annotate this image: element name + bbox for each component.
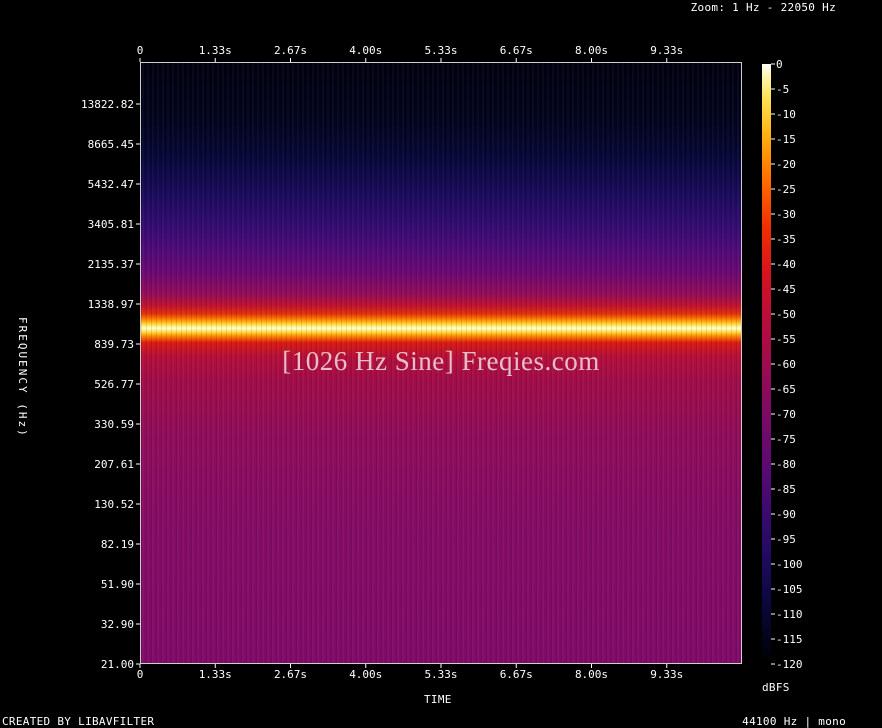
y-axis-label: FREQUENCY (Hz)	[15, 317, 29, 438]
y-tick-label: 3405.81	[88, 218, 134, 231]
colorbar-tick-label: -90	[776, 508, 796, 521]
colorbar-tick-label: -10	[776, 108, 796, 121]
created-by-label: CREATED BY LIBAVFILTER	[2, 715, 155, 728]
colorbar-tick-label: -80	[776, 458, 796, 471]
axes-layer: 0 0 1.33s 1.33s 2.67s 2.67s 4.00s 4.00s 5.33s 5.3…	[81, 44, 803, 681]
x-tick-label-bottom: 4.00s	[349, 668, 382, 681]
colorbar-tick-label: -95	[776, 533, 796, 546]
colorbar-tick-label: -35	[776, 233, 796, 246]
x-tick-label-top: 6.67s	[500, 44, 533, 57]
x-tick-label-bottom: 2.67s	[274, 668, 307, 681]
x-tick-label-top: 1.33s	[199, 44, 232, 57]
y-tick-label: 1338.97	[88, 298, 134, 311]
colorbar-tick-label: -100	[776, 558, 803, 571]
colorbar-tick-label: -70	[776, 408, 796, 421]
colorbar-tick-label: -60	[776, 358, 796, 371]
colorbar-tick-label: 0	[776, 58, 783, 71]
y-tick-label: 130.52	[94, 498, 134, 511]
x-tick-label-bottom: 9.33s	[650, 668, 683, 681]
x-tick-label-top: 9.33s	[650, 44, 683, 57]
x-tick-label-bottom: 1.33s	[199, 668, 232, 681]
y-tick-label: 2135.37	[88, 258, 134, 271]
y-axis-label-text: FREQUENCY (Hz)	[16, 317, 29, 438]
y-tick-label: 526.77	[94, 378, 134, 391]
y-tick-label: 839.73	[94, 338, 134, 351]
y-tick-label: 13822.82	[81, 98, 134, 111]
colorbar-tick-label: -40	[776, 258, 796, 271]
colorbar-tick-label: -120	[776, 658, 803, 671]
sample-format-label: 44100 Hz | mono	[742, 715, 846, 728]
colorbar-tick-label: -15	[776, 133, 796, 146]
colorbar-tick-label: -55	[776, 333, 796, 346]
colorbar-tick-label: -25	[776, 183, 796, 196]
colorbar-tick-label: -75	[776, 433, 796, 446]
y-tick-label: 32.90	[101, 618, 134, 631]
colorbar-tick-label: -65	[776, 383, 796, 396]
y-tick-label: 82.19	[101, 538, 134, 551]
colorbar-tick-label: -5	[776, 83, 789, 96]
x-tick-label-top: 5.33s	[424, 44, 457, 57]
x-tick-label-bottom: 5.33s	[424, 668, 457, 681]
colorbar-label: dBFS	[762, 681, 790, 694]
x-axis-label: TIME	[424, 693, 452, 706]
y-tick-label: 330.59	[94, 418, 134, 431]
x-tick-label-bottom: 6.67s	[500, 668, 533, 681]
x-tick-label-top: 0	[137, 44, 144, 57]
colorbar-tick-label: -45	[776, 283, 796, 296]
colorbar-tick-label: -50	[776, 308, 796, 321]
x-tick-label-bottom: 8.00s	[575, 668, 608, 681]
colorbar-tick-label: -85	[776, 483, 796, 496]
y-tick-label: 5432.47	[88, 178, 134, 191]
colorbar-tick-label: -115	[776, 633, 803, 646]
x-tick-label-bottom: 0	[137, 668, 144, 681]
y-tick-label: 21.00	[101, 658, 134, 671]
x-tick-label-top: 4.00s	[349, 44, 382, 57]
y-tick-label: 207.61	[94, 458, 134, 471]
y-tick-label: 8665.45	[88, 138, 134, 151]
x-tick-label-top: 8.00s	[575, 44, 608, 57]
colorbar-tick-label: -105	[776, 583, 803, 596]
colorbar-tick-label: -110	[776, 608, 803, 621]
x-tick-label-top: 2.67s	[274, 44, 307, 57]
y-tick-label: 51.90	[101, 578, 134, 591]
colorbar-tick-label: -30	[776, 208, 796, 221]
colorbar-tick-label: -20	[776, 158, 796, 171]
